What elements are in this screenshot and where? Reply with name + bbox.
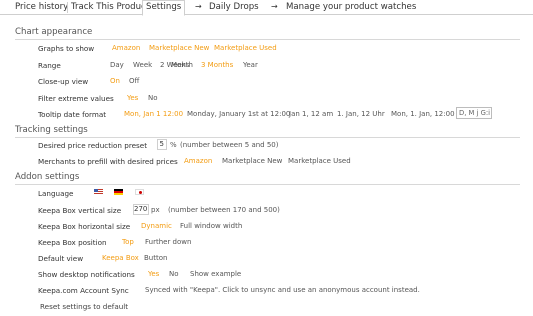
position-label: Keepa Box position [38,238,107,247]
arrow-right-icon: → [195,2,202,11]
reduction-unit: % [170,141,177,149]
section-title-tracking-settings: Tracking settings [15,125,88,135]
tooltip-option-4[interactable]: 1. Jan, 12 Uhr [337,110,385,118]
range-option-month[interactable]: Month [171,61,193,69]
vertical-size-unit: px [151,206,160,214]
range-option-year[interactable]: Year [243,61,258,69]
section-divider [15,39,520,40]
section-divider [15,137,520,138]
arrow-right-icon: → [271,2,278,11]
horizontal-option-dynamic[interactable]: Dynamic [141,222,172,230]
filter-label: Filter extreme values [38,94,114,103]
filter-option-no[interactable]: No [148,94,158,102]
position-option-further-down[interactable]: Further down [145,238,191,246]
notifications-label: Show desktop notifications [38,270,135,279]
graph-option-marketplace-used[interactable]: Marketplace Used [214,44,277,52]
horizontal-size-label: Keepa Box horizontal size [38,222,131,231]
vertical-size-note: (number between 170 and 500) [168,206,280,214]
tab-price-history[interactable]: Price history [12,1,71,15]
horizontal-option-full-width[interactable]: Full window width [180,222,242,230]
tab-settings[interactable]: Settings [142,0,186,16]
account-sync-label: Keepa.com Account Sync [38,286,129,295]
tab-manage-watches[interactable]: Manage your product watches [283,1,419,15]
graphs-label: Graphs to show [38,44,95,53]
reduction-label: Desired price reduction preset [38,141,148,150]
graph-option-marketplace-new[interactable]: Marketplace New [149,44,209,52]
tab-daily-drops[interactable]: Daily Drops [206,1,262,15]
tooltip-option-1[interactable]: Mon, Jan 1 12:00 [124,110,183,118]
reduction-input[interactable]: 5 [157,139,167,150]
us-flag-icon[interactable] [94,189,103,195]
tooltip-option-3[interactable]: Jan 1, 12 am [289,110,333,118]
notifications-show-example[interactable]: Show example [190,270,241,278]
range-option-day[interactable]: Day [110,61,124,69]
default-view-option-button[interactable]: Button [144,254,167,262]
tab-bar: Price history Track This Product Setting… [0,0,533,16]
closeup-label: Close-up view [38,77,89,86]
closeup-option-on[interactable]: On [110,77,120,85]
default-view-option-keepa-box[interactable]: Keepa Box [102,254,139,262]
merchant-option-marketplace-used[interactable]: Marketplace Used [288,157,351,165]
notifications-option-no[interactable]: No [169,270,179,278]
custom-date-format-input[interactable]: D, M j G:i [456,107,492,119]
position-option-top[interactable]: Top [122,238,134,246]
vertical-size-input[interactable]: 270 [133,204,149,215]
tooltip-format-label: Tooltip date format [38,110,107,119]
jp-flag-icon[interactable] [135,189,144,195]
vertical-size-label: Keepa Box vertical size [38,206,122,215]
graph-option-amazon[interactable]: Amazon [112,44,140,52]
merchant-option-amazon[interactable]: Amazon [184,157,212,165]
section-divider [15,184,520,185]
tab-track-product[interactable]: Track This Product [68,1,152,15]
range-option-week[interactable]: Week [133,61,152,69]
tooltip-option-5[interactable]: Mon, 1. Jan, 12:00 [391,110,455,118]
merchant-option-marketplace-new[interactable]: Marketplace New [222,157,282,165]
default-view-label: Default view [38,254,84,263]
reset-settings-button[interactable]: Reset settings to default [40,302,128,311]
account-sync-link[interactable]: Synced with "Keepa". Click to unsync and… [145,286,420,294]
de-flag-icon[interactable] [114,189,123,195]
merchants-label: Merchants to prefill with desired prices [38,157,178,166]
notifications-option-yes[interactable]: Yes [148,270,159,278]
tooltip-option-2[interactable]: Monday, January 1st at 12:00 [187,110,290,118]
reduction-note: (number between 5 and 50) [180,141,279,149]
section-title-addon-settings: Addon settings [15,172,80,182]
range-label: Range [38,61,61,70]
closeup-option-off[interactable]: Off [129,77,139,85]
language-label: Language [38,189,74,198]
filter-option-yes[interactable]: Yes [127,94,138,102]
section-title-chart-appearance: Chart appearance [15,27,93,37]
range-option-3-months[interactable]: 3 Months [201,61,233,69]
